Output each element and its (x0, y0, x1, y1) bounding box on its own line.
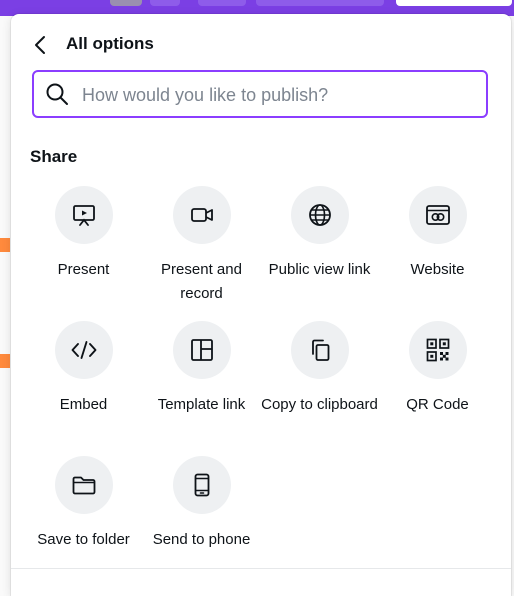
folder-icon (72, 476, 95, 495)
website-icon (425, 205, 450, 225)
option-present-and-record[interactable]: Present and record (143, 186, 260, 306)
globe-icon (308, 204, 331, 226)
video-camera-icon (190, 208, 213, 222)
toolbar-button-stub[interactable] (150, 0, 180, 6)
panel-footer-divider (11, 568, 511, 569)
option-qr-code[interactable]: QR Code (379, 321, 496, 417)
option-label: Present (57, 261, 110, 278)
toolbar-button-stub[interactable] (256, 0, 384, 6)
back-button[interactable] (28, 32, 52, 58)
phone-icon (194, 473, 209, 497)
canvas-marker (0, 354, 10, 368)
share-button-stub[interactable] (396, 0, 512, 6)
option-copy-to-clipboard[interactable]: Copy to clipboard (261, 321, 378, 417)
code-icon (71, 341, 96, 359)
option-label: Embed (59, 396, 108, 413)
search-input[interactable] (80, 72, 480, 118)
chevron-left-icon (35, 36, 45, 54)
panel-title: All options (66, 34, 154, 53)
option-label: Save to folder (37, 531, 130, 548)
option-label: Copy to clipboard (261, 396, 378, 413)
option-label: Website (410, 261, 465, 278)
canvas-marker (0, 238, 10, 252)
option-label: QR Code (406, 396, 469, 413)
option-label: Present and record (161, 261, 242, 302)
avatar-stub[interactable] (110, 0, 142, 6)
option-public-view-link[interactable]: Public view link (261, 186, 378, 282)
publish-options-panel: All options Share Present (11, 14, 511, 596)
option-website[interactable]: Website (379, 186, 496, 282)
option-label: Public view link (268, 261, 371, 278)
option-icon-circle (172, 186, 231, 244)
option-icon-circle (290, 186, 349, 244)
option-template-link[interactable]: Template link (143, 321, 260, 417)
option-icon-circle (408, 186, 467, 244)
share-section-title: Share (30, 147, 78, 166)
option-save-to-folder[interactable]: Save to folder (25, 456, 142, 552)
option-icon-circle (172, 321, 231, 379)
copy-icon (311, 339, 329, 361)
option-label: Send to phone (152, 531, 251, 548)
toolbar-button-stub[interactable] (198, 0, 246, 6)
option-icon-circle (54, 186, 113, 244)
option-icon-circle (172, 456, 231, 514)
search-icon (46, 83, 68, 105)
template-layout-icon (190, 339, 213, 361)
option-icon-circle (54, 456, 113, 514)
search-box[interactable] (32, 70, 488, 118)
present-icon (72, 205, 95, 226)
option-icon-circle (290, 321, 349, 379)
option-icon-circle (408, 321, 467, 379)
option-embed[interactable]: Embed (25, 321, 142, 417)
option-send-to-phone[interactable]: Send to phone (143, 456, 260, 552)
option-icon-circle (54, 321, 113, 379)
qr-code-icon (426, 338, 449, 362)
option-label: Template link (157, 396, 246, 413)
panel-header: All options (11, 28, 511, 62)
option-present[interactable]: Present (25, 186, 142, 282)
